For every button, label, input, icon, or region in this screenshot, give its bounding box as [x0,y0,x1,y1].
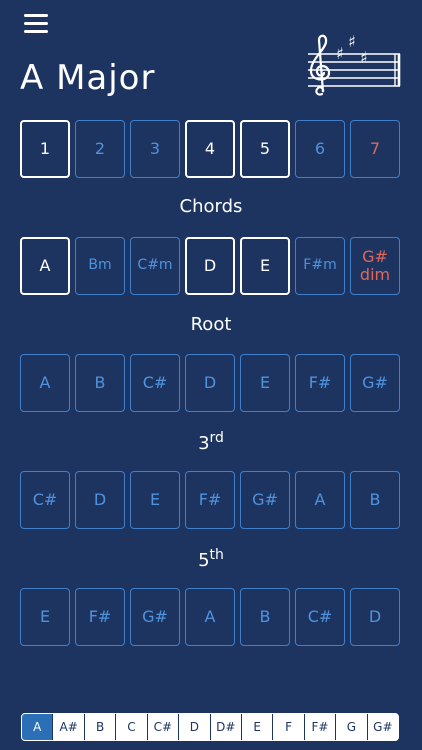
key-option[interactable]: F# [305,714,337,740]
degree-cell[interactable]: 1 [20,120,70,178]
treble-clef-three-sharps-icon: ♯ ♯ ♯ [308,32,401,96]
third-note-cell[interactable]: F# [185,471,235,529]
chord-cell[interactable]: C#m [130,237,180,295]
degree-cell[interactable]: 7 [350,120,400,178]
key-option[interactable]: B [85,714,117,740]
menu-bar [24,30,48,33]
menu-bar [24,14,48,17]
hamburger-menu-icon[interactable] [24,13,48,35]
key-option[interactable]: D [179,714,211,740]
third-label-number: 3 [198,433,210,454]
fifth-note-cell[interactable]: C# [295,588,345,646]
third-note-cell[interactable]: D [75,471,125,529]
key-option[interactable]: E [242,714,274,740]
root-note-cell[interactable]: B [75,354,125,412]
key-option[interactable]: F [273,714,305,740]
chord-cell[interactable]: A [20,237,70,295]
third-note-cell[interactable]: C# [20,471,70,529]
root-note-cell[interactable]: G# [350,354,400,412]
root-note-cell[interactable]: E [240,354,290,412]
degree-cell[interactable]: 3 [130,120,180,178]
fifth-label-number: 5 [198,550,210,571]
chord-cell[interactable]: G# dim [350,237,400,295]
third-note-cell[interactable]: G# [240,471,290,529]
root-row: A B C# D E F# G# [20,354,402,412]
fifth-note-cell[interactable]: G# [130,588,180,646]
key-option[interactable]: D# [211,714,242,740]
key-option[interactable]: C [116,714,148,740]
degree-row: 1 2 3 4 5 6 7 [20,120,402,178]
third-row: C# D E F# G# A B [20,471,402,529]
third-note-cell[interactable]: A [295,471,345,529]
fifth-note-cell[interactable]: D [350,588,400,646]
svg-text:♯: ♯ [336,44,344,63]
key-option[interactable]: G# [368,714,398,740]
key-option[interactable]: A [22,714,54,740]
key-selector: A A# B C C# D D# E F F# G G# [21,713,399,741]
root-note-cell[interactable]: A [20,354,70,412]
chords-row: A Bm C#m D E F#m G# dim [20,237,402,295]
fifth-note-cell[interactable]: F# [75,588,125,646]
fifth-note-cell[interactable]: E [20,588,70,646]
third-label-suffix: rd [209,430,224,446]
chord-cell[interactable]: D [185,237,235,295]
key-option[interactable]: A# [53,714,85,740]
chord-cell[interactable]: E [240,237,290,295]
degree-cell[interactable]: 5 [240,120,290,178]
svg-text:♯: ♯ [360,48,368,67]
fifth-note-cell[interactable]: B [240,588,290,646]
fifth-section-label: 5th [0,547,422,571]
degree-cell[interactable]: 2 [75,120,125,178]
third-note-cell[interactable]: B [350,471,400,529]
fifth-row: E F# G# A B C# D [20,588,402,646]
root-section-label: Root [190,314,232,335]
chord-cell-label: G# dim [359,247,391,284]
fifth-label-suffix: th [209,547,224,563]
degree-cell[interactable]: 6 [295,120,345,178]
page-title: A Major [20,58,156,98]
svg-text:♯: ♯ [348,32,356,51]
root-note-cell[interactable]: F# [295,354,345,412]
chord-cell[interactable]: F#m [295,237,345,295]
degree-cell[interactable]: 4 [185,120,235,178]
menu-bar [24,22,48,25]
root-note-cell[interactable]: D [185,354,235,412]
fifth-note-cell[interactable]: A [185,588,235,646]
root-note-cell[interactable]: C# [130,354,180,412]
third-note-cell[interactable]: E [130,471,180,529]
chords-section-label: Chords [179,196,243,217]
key-option[interactable]: G [336,714,368,740]
third-section-label: 3rd [0,430,422,454]
key-option[interactable]: C# [148,714,180,740]
chord-cell[interactable]: Bm [75,237,125,295]
